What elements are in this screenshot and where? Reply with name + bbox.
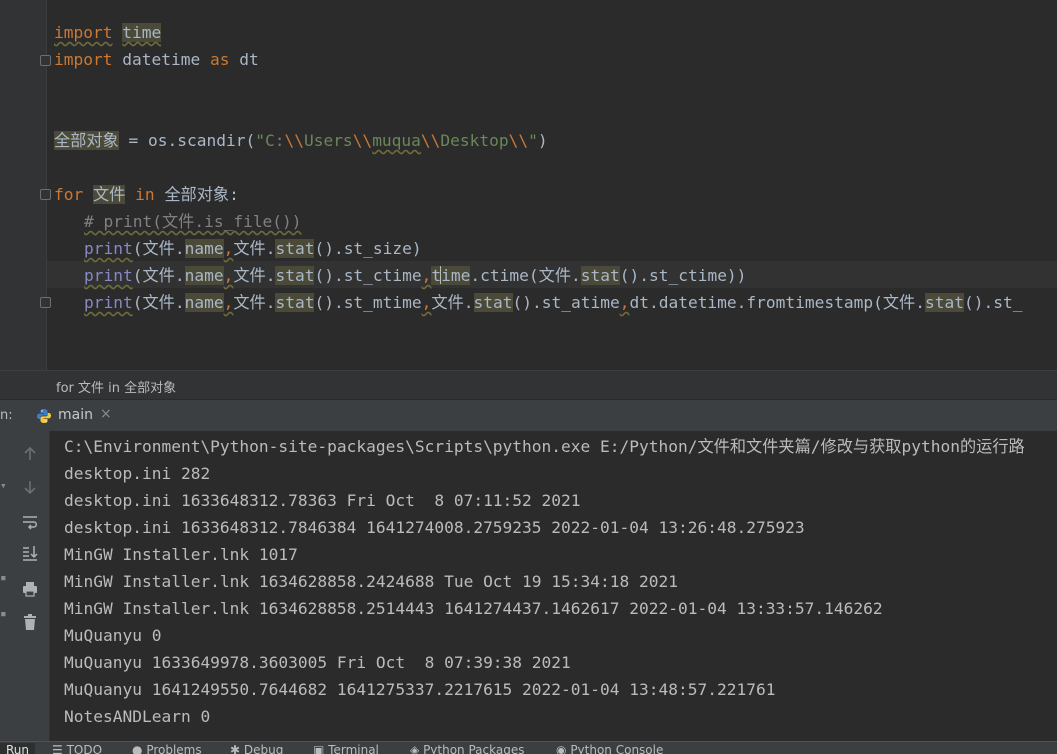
side-tool-strip: ▾ ▪ ▪	[0, 431, 11, 741]
tab-todo[interactable]: ☰ TODO	[52, 743, 102, 754]
tab-problems[interactable]: ● Problems	[132, 743, 202, 754]
fold-marker-icon[interactable]	[40, 55, 51, 66]
console-line: MinGW Installer.lnk 1634628858.2424688 T…	[64, 572, 678, 591]
soft-wrap-icon[interactable]	[21, 513, 39, 531]
tab-python-console[interactable]: ◉ Python Console	[556, 743, 663, 754]
run-tab-label: main	[58, 407, 93, 423]
console-line: desktop.ini 1633648312.78363 Fri Oct 8 0…	[64, 491, 581, 510]
run-console-output[interactable]: C:\Environment\Python-site-packages\Scri…	[50, 431, 1057, 741]
code-line-5[interactable]: # print(文件.is_file())	[84, 208, 302, 235]
tab-debug[interactable]: ✱ Debug	[230, 743, 283, 754]
console-line: desktop.ini 282	[64, 464, 211, 483]
tab-run[interactable]: Run	[0, 743, 36, 754]
tool-window-bar: Run ☰ TODO ● Problems ✱ Debug ▣ Terminal…	[0, 741, 1057, 754]
layers-icon: ◈	[410, 743, 420, 754]
run-tab-main[interactable]: main ×	[32, 400, 118, 431]
fold-marker-icon[interactable]	[40, 297, 51, 308]
console-line: MuQuanyu 0	[64, 626, 162, 645]
side-marker-icon: ▪	[0, 571, 7, 584]
chevron-down-icon[interactable]: ▾	[0, 479, 7, 492]
tab-python-packages[interactable]: ◈ Python Packages	[410, 743, 524, 754]
console-line: MinGW Installer.lnk 1017	[64, 545, 298, 564]
trash-icon[interactable]	[21, 613, 39, 631]
bug-icon: ✱	[230, 743, 241, 754]
breadcrumb-item[interactable]: for 文件 in 全部对象	[56, 377, 176, 396]
breadcrumb[interactable]: for 文件 in 全部对象	[0, 370, 1057, 400]
code-line-7[interactable]: print(文件.name,文件.stat().st_ctime,time.ct…	[84, 262, 746, 289]
python-icon	[36, 408, 52, 428]
code-line-1[interactable]: import time	[54, 19, 162, 46]
console-line: MinGW Installer.lnk 1634628858.2514443 1…	[64, 599, 883, 618]
terminal-icon: ▣	[313, 743, 325, 754]
console-line: NotesANDLearn 0	[64, 707, 211, 726]
arrow-down-icon[interactable]	[21, 478, 39, 496]
console-line: MuQuanyu 1641249550.7644682 1641275337.2…	[64, 680, 776, 699]
side-marker-icon: ▪	[0, 607, 7, 620]
code-line-6[interactable]: print(文件.name,文件.stat().st_size)	[84, 235, 422, 262]
console-line: desktop.ini 1633648312.7846384 164127400…	[64, 518, 805, 537]
console-line: C:\Environment\Python-site-packages\Scri…	[64, 437, 1025, 456]
code-line-4[interactable]: for 文件 in 全部对象:	[54, 181, 239, 208]
python-console-icon: ◉	[556, 743, 567, 754]
run-toolbar	[11, 431, 50, 741]
console-line: MuQuanyu 1633649978.3603005 Fri Oct 8 07…	[64, 653, 571, 672]
arrow-up-icon[interactable]	[21, 445, 39, 463]
print-icon[interactable]	[21, 580, 39, 598]
code-line-3[interactable]: 全部对象 = os.scandir("C:\\Users\\muqua\\Des…	[54, 127, 548, 154]
list-icon: ☰	[52, 743, 63, 754]
code-line-8[interactable]: print(文件.name,文件.stat().st_mtime,文件.stat…	[84, 289, 1022, 316]
info-icon: ●	[132, 743, 143, 754]
close-icon[interactable]: ×	[100, 406, 112, 422]
scroll-to-end-icon[interactable]	[21, 544, 39, 562]
fold-marker-icon[interactable]	[40, 189, 51, 200]
code-line-2[interactable]: import datetime as dt	[54, 46, 259, 73]
run-label: n:	[0, 408, 13, 423]
tab-terminal[interactable]: ▣ Terminal	[313, 743, 379, 754]
run-panel-header: n: main ×	[0, 399, 1057, 433]
code-editor[interactable]: import time import datetime as dt 全部对象 =…	[0, 0, 1057, 370]
